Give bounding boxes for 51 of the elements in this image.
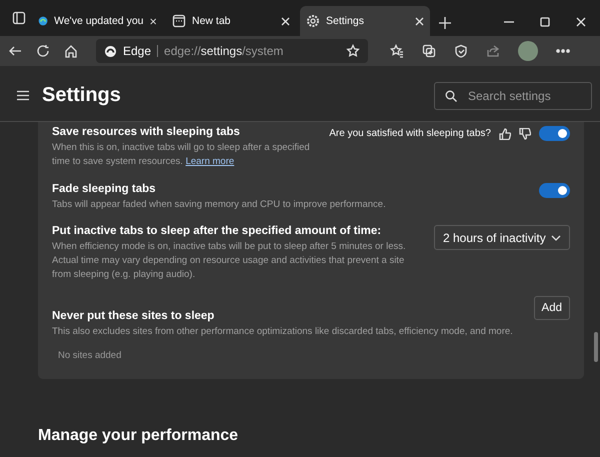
site-label: Edge [123, 44, 152, 58]
search-icon [445, 90, 457, 102]
setting-description: Tabs will appear faded when saving memory and CPU to improve performance. [52, 198, 387, 212]
setting-title: Never put these sites to sleep [52, 310, 216, 322]
maximize-icon[interactable] [540, 17, 550, 27]
toggle-switch[interactable] [539, 126, 570, 141]
browser-tab[interactable]: Settings [300, 6, 430, 36]
browser-tab[interactable]: We've updated you [32, 6, 162, 36]
feedback-question: Are you satisfied with sleeping tabs? [329, 128, 491, 139]
url-text: edge://settings/system [164, 44, 284, 58]
browser-logo-icon [104, 44, 117, 58]
back-icon[interactable] [8, 44, 22, 58]
favorites-icon[interactable] [390, 44, 404, 58]
close-icon[interactable] [415, 16, 424, 26]
thumbs-down-icon[interactable] [519, 128, 531, 140]
menu-icon[interactable] [16, 90, 30, 101]
page-title: Settings [42, 84, 122, 107]
share-icon[interactable] [486, 44, 500, 58]
search-field[interactable]: Search settings [434, 82, 592, 110]
more-icon[interactable] [556, 49, 570, 53]
refresh-icon[interactable] [36, 44, 50, 58]
browser-tab[interactable]: New tab [166, 6, 296, 36]
home-icon[interactable] [64, 44, 78, 58]
tab-actions-icon[interactable] [12, 11, 26, 25]
setting-title: Put inactive tabs to sleep after the specified amount of time: [52, 225, 382, 238]
close-icon[interactable] [281, 16, 290, 26]
address-bar[interactable]: Edge edge://settings/system [96, 39, 368, 63]
setting-description: When efficiency mode is on, inactive tabs will be put to sleep after 5 minutes or less. Actual time may vary depending on resource usage and activities that prevent a site from sleeping (e.g. playing audio). [52, 240, 407, 282]
setting-title: Save resources with sleeping tabs [52, 126, 241, 138]
browser-logo-icon [38, 14, 48, 28]
setting-title: Fade sleeping tabs [52, 182, 157, 195]
scrollbar-thumb[interactable] [594, 332, 598, 362]
shield-icon[interactable] [454, 44, 468, 58]
profile-avatar[interactable] [518, 41, 538, 61]
close-icon[interactable] [150, 16, 156, 26]
learn-more-link[interactable]: Learn more [186, 156, 234, 167]
empty-list-message: No sites added [57, 349, 122, 364]
setting-description: This also excludes sites from other performance optimizations like discarded tabs, efficiency mode, and more. [52, 324, 514, 338]
new-tab-page-icon [172, 14, 186, 28]
chevron-down-icon [551, 234, 561, 241]
new-tab-icon[interactable] [438, 16, 452, 30]
section-heading: Manage your performance [38, 427, 240, 446]
thumbs-up-icon[interactable] [499, 128, 511, 140]
add-favorite-icon[interactable] [346, 44, 360, 58]
gear-icon [306, 14, 320, 28]
setting-description: When this is on, inactive tabs will go to sleep after a specified time to save system resources. Learn more [52, 141, 311, 169]
collections-icon[interactable] [422, 44, 436, 58]
time-dropdown[interactable]: 2 hours of inactivity [434, 225, 570, 250]
toggle-switch[interactable] [539, 182, 570, 198]
add-button[interactable]: Add [534, 296, 570, 320]
close-icon[interactable] [576, 17, 586, 27]
